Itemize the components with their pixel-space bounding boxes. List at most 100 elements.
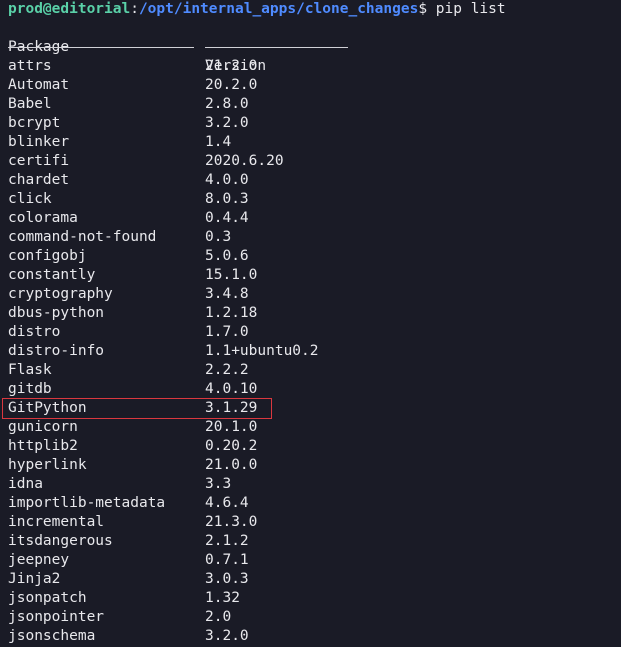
package-row: jeepney 0.7.1 [8, 551, 621, 570]
package-name: dbus-python [8, 305, 105, 321]
package-name: gunicorn [8, 419, 78, 435]
package-version: 3.2.0 [205, 115, 249, 131]
package-column-rule [8, 47, 194, 48]
package-name: colorama [8, 210, 78, 226]
package-row: certifi 2020.6.20 [8, 152, 621, 171]
package-row: itsdangerous 2.1.2 [8, 532, 621, 551]
prompt-path: /opt/internal_apps/clone_changes [138, 1, 419, 17]
package-name: jeepney [8, 552, 70, 568]
package-name: certifi [8, 153, 70, 169]
package-row: attrs 21.2.0 [8, 57, 621, 76]
package-version: 21.0.0 [205, 457, 258, 473]
package-row: distro-info 1.1+ubuntu0.2 [8, 342, 621, 361]
package-version: 2.8.0 [205, 96, 249, 112]
package-version: 2.1.2 [205, 533, 249, 549]
package-version: 3.1.29 [205, 400, 258, 416]
package-name: importlib-metadata [8, 495, 166, 511]
package-row: bcrypt 3.2.0 [8, 114, 621, 133]
package-row: dbus-python 1.2.18 [8, 304, 621, 323]
package-name: command-not-found [8, 229, 157, 245]
package-name: jsonschema [8, 628, 96, 644]
package-name: httplib2 [8, 438, 78, 454]
package-row: httplib2 0.20.2 [8, 437, 621, 456]
package-version: 4.0.10 [205, 381, 258, 397]
package-name: click [8, 191, 52, 207]
package-row: click 8.0.3 [8, 190, 621, 209]
prompt-user-host: prod@editorial [8, 1, 131, 17]
package-name: incremental [8, 514, 105, 530]
package-version: 2020.6.20 [205, 153, 284, 169]
package-version: 3.2.0 [205, 628, 249, 644]
package-name: attrs [8, 58, 52, 74]
package-version: 20.1.0 [205, 419, 258, 435]
package-version: 21.3.0 [205, 514, 258, 530]
package-row: constantly 15.1.0 [8, 266, 621, 285]
package-version: 2.0 [205, 609, 232, 625]
package-name: Babel [8, 96, 52, 112]
package-version: 0.3 [205, 229, 232, 245]
package-row: hyperlink 21.0.0 [8, 456, 621, 475]
package-name: Jinja2 [8, 571, 61, 587]
package-name: distro-info [8, 343, 105, 359]
package-row: distro 1.7.0 [8, 323, 621, 342]
package-row: cryptography 3.4.8 [8, 285, 621, 304]
command-prompt-line: prod@editorial:/opt/internal_apps/clone_… [8, 0, 621, 19]
package-name: cryptography [8, 286, 113, 302]
package-name: Flask [8, 362, 52, 378]
package-row: GitPython 3.1.29 [8, 399, 621, 418]
package-version: 8.0.3 [205, 191, 249, 207]
package-name: gitdb [8, 381, 52, 397]
package-row: colorama 0.4.4 [8, 209, 621, 228]
package-row: blinker 1.4 [8, 133, 621, 152]
package-name: jsonpointer [8, 609, 105, 625]
package-row: chardet 4.0.0 [8, 171, 621, 190]
package-name: hyperlink [8, 457, 87, 473]
package-version: 5.0.6 [205, 248, 249, 264]
package-row: idna 3.3 [8, 475, 621, 494]
package-row: Flask 2.2.2 [8, 361, 621, 380]
package-version: 3.4.8 [205, 286, 249, 302]
package-version: 0.7.1 [205, 552, 249, 568]
package-version: 3.3 [205, 476, 232, 492]
version-column-rule [205, 47, 348, 48]
package-name: jsonpatch [8, 590, 87, 606]
table-header-row: Package Version [8, 19, 621, 74]
package-version: 4.0.0 [205, 172, 249, 188]
package-name: idna [8, 476, 43, 492]
package-version: 21.2.0 [205, 58, 258, 74]
package-row: importlib-metadata 4.6.4 [8, 494, 621, 513]
package-name: Automat [8, 77, 70, 93]
package-version: 1.4 [205, 134, 232, 150]
package-row: jsonschema 3.2.0 [8, 627, 621, 646]
prompt-symbol: $ [418, 1, 428, 17]
package-name: itsdangerous [8, 533, 113, 549]
table-header-rule [8, 38, 621, 57]
package-row: Automat 20.2.0 [8, 76, 621, 95]
package-name: distro [8, 324, 61, 340]
package-version: 1.32 [205, 590, 240, 606]
package-row: Babel 2.8.0 [8, 95, 621, 114]
package-version: 1.1+ubuntu0.2 [205, 343, 319, 359]
package-row: Jinja2 3.0.3 [8, 570, 621, 589]
package-version: 3.0.3 [205, 571, 249, 587]
package-version: 2.2.2 [205, 362, 249, 378]
package-row: jsonpatch 1.32 [8, 589, 621, 608]
package-version: 0.20.2 [205, 438, 258, 454]
package-row: gitdb 4.0.10 [8, 380, 621, 399]
package-name: GitPython [8, 400, 87, 416]
terminal-window[interactable]: prod@editorial:/opt/internal_apps/clone_… [0, 0, 621, 647]
package-version: 0.4.4 [205, 210, 249, 226]
prompt-separator: : [130, 1, 139, 17]
package-name: blinker [8, 134, 70, 150]
package-name: constantly [8, 267, 96, 283]
package-version: 15.1.0 [205, 267, 258, 283]
package-row: gunicorn 20.1.0 [8, 418, 621, 437]
package-name: configobj [8, 248, 87, 264]
package-version: 1.7.0 [205, 324, 249, 340]
package-version: 20.2.0 [205, 77, 258, 93]
package-list: attrs 21.2.0 Automat 20.2.0 Babel 2.8.0 bcrypt… [8, 57, 621, 646]
package-version: 1.2.18 [205, 305, 258, 321]
package-row: command-not-found 0.3 [8, 228, 621, 247]
package-row: configobj 5.0.6 [8, 247, 621, 266]
package-version: 4.6.4 [205, 495, 249, 511]
